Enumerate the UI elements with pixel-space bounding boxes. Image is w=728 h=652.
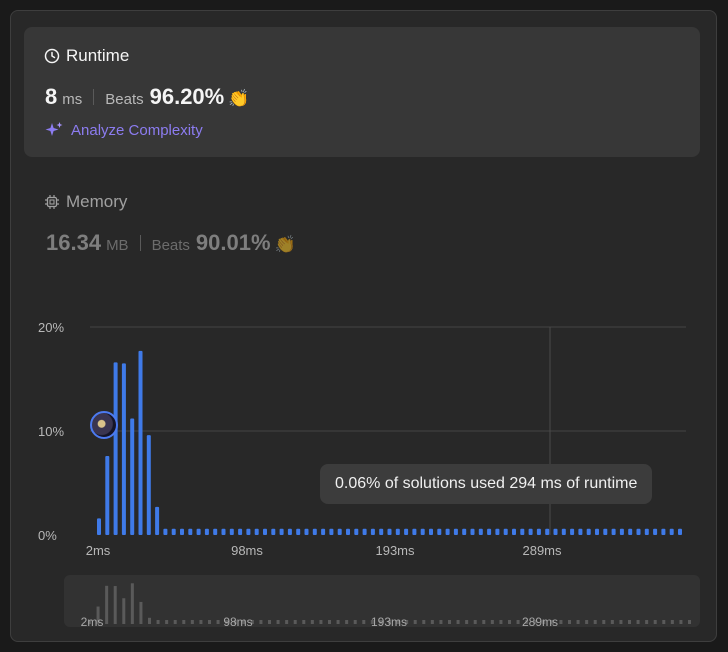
distribution-bar[interactable] [636,528,641,535]
distribution-bar[interactable] [420,528,425,535]
distribution-bar[interactable] [130,418,135,535]
distribution-bar[interactable] [213,528,218,535]
distribution-bar[interactable] [329,528,334,535]
distribution-bar[interactable] [603,528,608,535]
range-selector[interactable] [64,575,700,627]
distribution-bar[interactable] [545,528,550,535]
distribution-bar[interactable] [437,528,442,535]
distribution-bar[interactable] [271,528,276,535]
distribution-bar[interactable] [462,528,467,535]
distribution-bar[interactable] [354,528,359,535]
distribution-bar[interactable] [512,528,516,535]
distribution-bar[interactable] [653,528,658,535]
distribution-bar[interactable] [362,528,367,535]
distribution-bar[interactable] [470,528,475,535]
runtime-distribution-chart[interactable]: 20% 10% 0% 2ms 98ms 193ms 289ms [0,0,728,652]
distribution-bar[interactable] [304,528,309,535]
distribution-bar[interactable] [487,528,492,535]
distribution-bar[interactable] [121,363,126,535]
distribution-bar[interactable] [661,528,666,535]
distribution-bar[interactable] [445,528,450,535]
distribution-bar[interactable] [246,528,251,535]
distribution-bar[interactable] [155,506,160,535]
distribution-bar[interactable] [528,528,533,535]
distribution-bar[interactable] [188,528,193,535]
distribution-bar[interactable] [586,528,591,535]
distribution-bar[interactable] [404,528,409,535]
distribution-bar[interactable] [196,528,201,535]
distribution-bar[interactable] [287,528,292,535]
distribution-bar[interactable] [138,350,143,535]
distribution-bar[interactable] [370,528,375,535]
distribution-bar[interactable] [238,528,243,535]
y-tick-label: 10% [38,424,64,439]
distribution-bar[interactable] [321,528,326,535]
distribution-bar[interactable] [578,528,583,535]
user-avatar-marker[interactable] [90,411,118,439]
distribution-bar[interactable] [619,528,624,535]
distribution-bar[interactable] [254,528,259,535]
x-tick-label: 98ms [231,543,263,558]
tooltip-text: 0.06% of solutions used 294 ms of runtim… [335,475,638,492]
distribution-bar[interactable] [387,528,392,535]
distribution-bar[interactable] [595,528,599,535]
distribution-bar[interactable] [163,528,168,535]
distribution-bar[interactable] [204,528,209,535]
distribution-bar[interactable] [229,528,234,535]
distribution-bar[interactable] [503,528,508,535]
distribution-bar[interactable] [113,362,118,535]
distribution-bar[interactable] [312,528,317,535]
distribution-bar[interactable] [644,528,649,535]
distribution-bar[interactable] [105,455,110,535]
distribution-bar[interactable] [296,528,301,535]
distribution-bar[interactable] [337,528,342,535]
distribution-bar[interactable] [553,528,558,535]
distribution-bar[interactable] [221,528,226,535]
y-tick-label: 20% [38,320,64,335]
distribution-bar[interactable] [520,528,525,535]
distribution-bar[interactable] [561,528,566,535]
chart-tooltip: 0.06% of solutions used 294 ms of runtim… [320,464,653,504]
distribution-bar[interactable] [536,528,541,535]
distribution-bar[interactable] [263,528,267,535]
distribution-bar[interactable] [395,528,400,535]
distribution-bar[interactable] [412,528,417,535]
x-tick-label: 289ms [522,543,562,558]
distribution-bar[interactable] [669,528,674,535]
distribution-bar[interactable] [478,528,483,535]
distribution-bar[interactable] [97,518,101,535]
distribution-bar[interactable] [180,528,184,535]
distribution-bar[interactable] [495,528,500,535]
distribution-bar[interactable] [379,528,384,535]
distribution-bar[interactable] [146,435,151,535]
distribution-bar[interactable] [611,528,616,535]
y-tick-label: 0% [38,528,57,543]
distribution-bar[interactable] [346,528,350,535]
distribution-bar[interactable] [453,528,458,535]
distribution-bar[interactable] [628,528,633,535]
distribution-bar[interactable] [678,528,682,535]
distribution-bar[interactable] [429,528,433,535]
x-tick-label: 193ms [375,543,415,558]
distribution-bar[interactable] [171,528,176,535]
distribution-bar[interactable] [570,528,575,535]
distribution-bar[interactable] [279,528,284,535]
x-tick-label: 2ms [86,543,111,558]
